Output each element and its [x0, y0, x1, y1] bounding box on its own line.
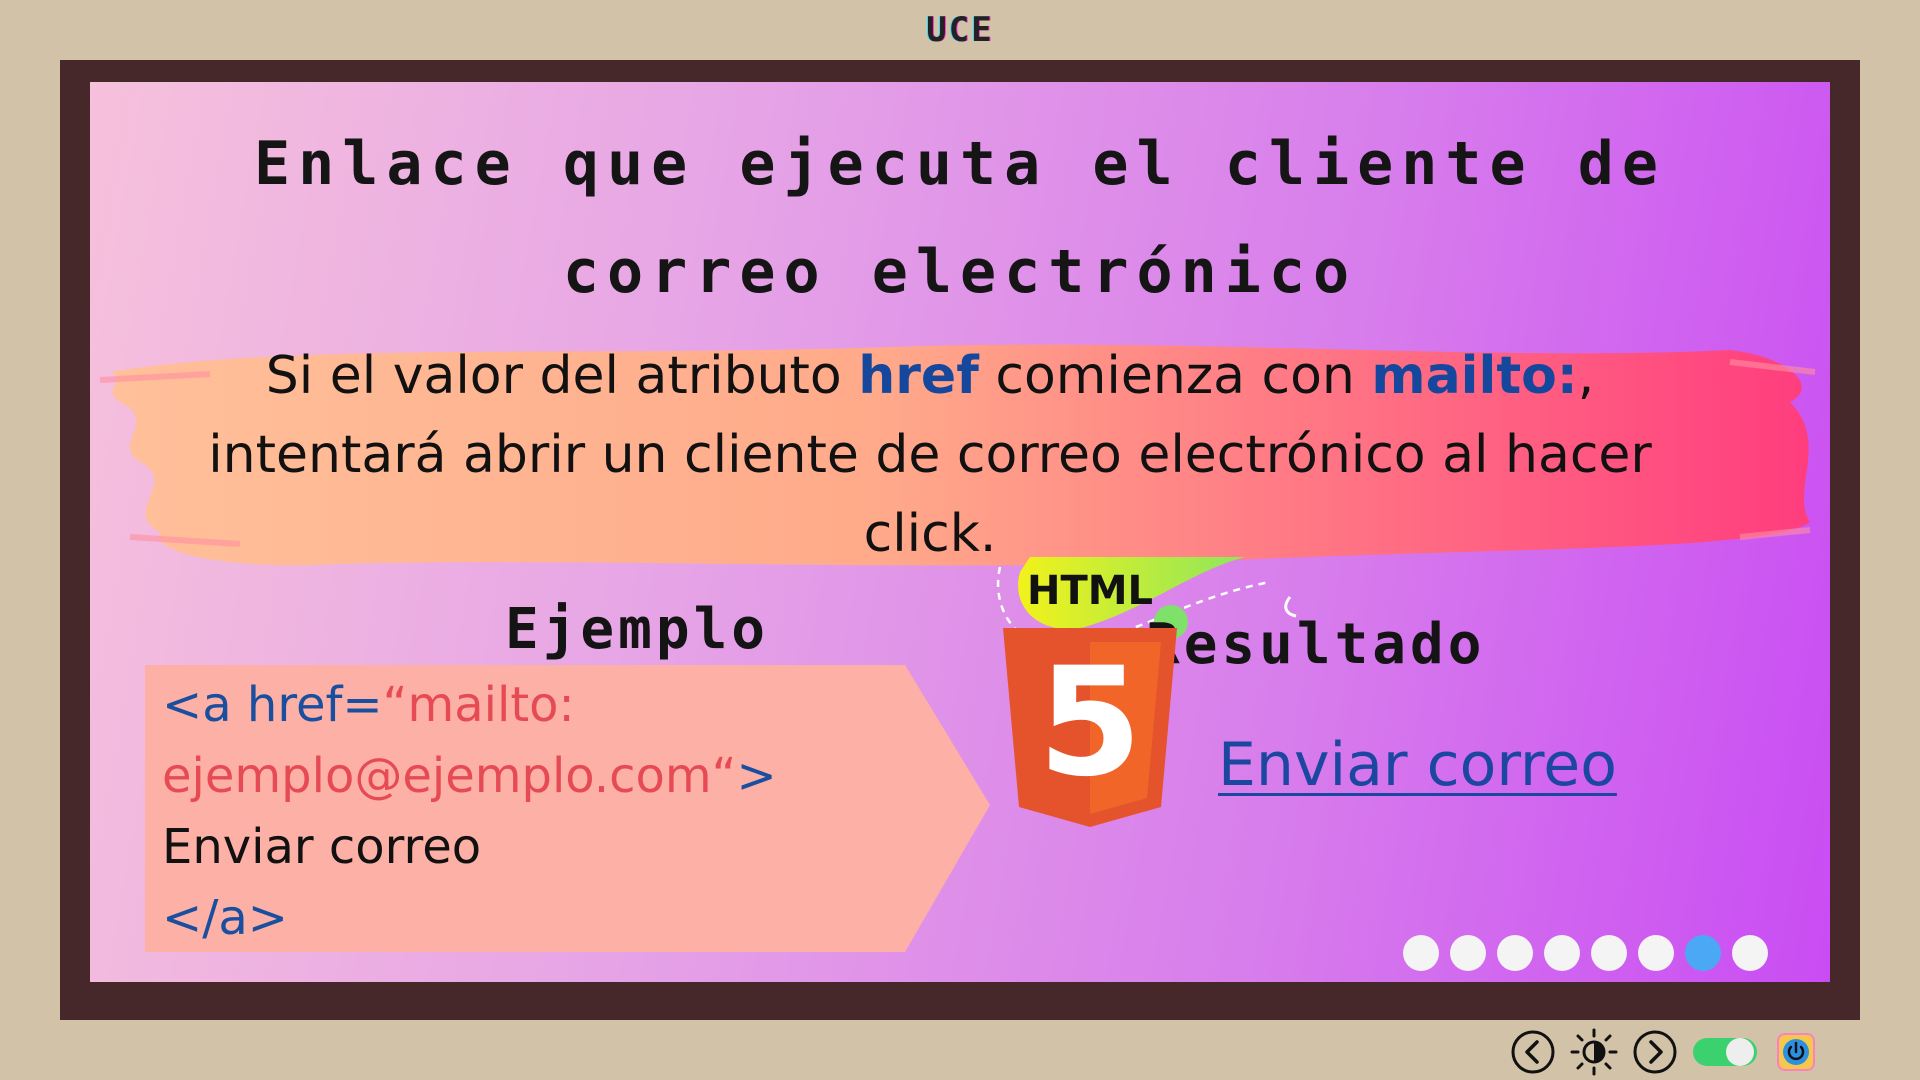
- result-heading: Resultado: [1146, 612, 1486, 677]
- code-attr-value-2: ejemplo@ejemplo.com“: [162, 748, 737, 804]
- chevron-left-icon: [1511, 1030, 1555, 1074]
- next-slide-button[interactable]: [1632, 1029, 1678, 1075]
- pagination-dot[interactable]: [1450, 935, 1486, 971]
- toggle-switch-icon: [1693, 1038, 1757, 1066]
- slide-pagination: [1403, 935, 1768, 971]
- pagination-dot[interactable]: [1638, 935, 1674, 971]
- brightness-icon: [1570, 1028, 1618, 1076]
- pagination-dot[interactable]: [1685, 935, 1721, 971]
- code-line-2: ejemplo@ejemplo.com“>: [162, 741, 902, 812]
- keyword-href: href: [858, 346, 979, 406]
- theme-toggle[interactable]: [1692, 1034, 1758, 1070]
- slide-title: Enlace que ejecuta el cliente de correo …: [254, 129, 1666, 307]
- code-example: <a href=“mailto: ejemplo@ejemplo.com“> E…: [162, 670, 902, 954]
- send-email-link[interactable]: Enviar correo: [1218, 730, 1617, 800]
- presentation-controls: [1510, 1028, 1820, 1076]
- chevron-right-icon: [1633, 1030, 1677, 1074]
- pagination-dot[interactable]: [1403, 935, 1439, 971]
- slide-description: Si el valor del atributo href comienza c…: [190, 337, 1670, 574]
- html-logo-number: 5: [1038, 636, 1142, 810]
- example-heading: Ejemplo: [505, 597, 770, 662]
- code-line-3: Enviar correo: [162, 819, 482, 875]
- prev-slide-button[interactable]: [1510, 1029, 1556, 1075]
- pagination-dot[interactable]: [1497, 935, 1533, 971]
- code-line-4: </a>: [162, 890, 289, 946]
- pagination-dot[interactable]: [1544, 935, 1580, 971]
- slide-frame: Enlace que ejecuta el cliente de correo …: [60, 60, 1860, 1020]
- description-text-2: comienza con: [978, 346, 1372, 406]
- code-open-tag: <a href=: [162, 677, 383, 733]
- code-attr-value-1: “mailto:: [382, 677, 575, 733]
- brightness-button[interactable]: [1570, 1028, 1618, 1076]
- slide: Enlace que ejecuta el cliente de correo …: [90, 82, 1830, 982]
- pagination-dot[interactable]: [1591, 935, 1627, 971]
- html5-logo-icon: HTML 5: [1003, 568, 1177, 827]
- power-icon: [1777, 1033, 1815, 1071]
- html-logo-text: HTML: [1027, 568, 1153, 614]
- presentation-header-label: UCE: [926, 10, 994, 50]
- power-button[interactable]: [1772, 1028, 1820, 1076]
- pagination-dot[interactable]: [1732, 935, 1768, 971]
- code-line-1: <a href=“mailto:: [162, 670, 902, 741]
- description-text-1: Si el valor del atributo: [265, 346, 859, 406]
- keyword-mailto: mailto:: [1371, 346, 1578, 406]
- code-close-bracket: >: [736, 748, 777, 804]
